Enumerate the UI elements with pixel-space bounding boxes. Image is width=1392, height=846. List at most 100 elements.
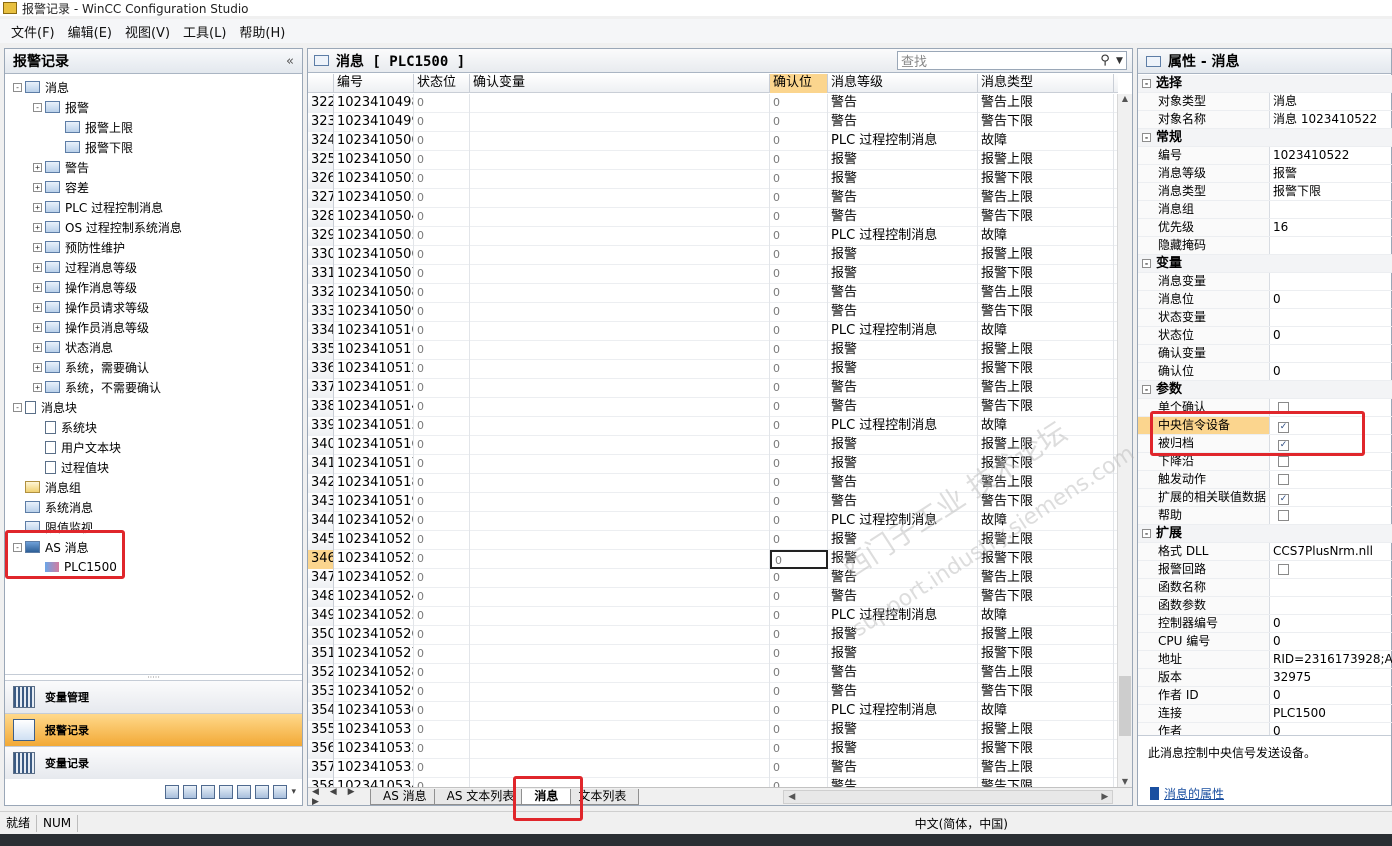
cell-message-type[interactable]: 报警下限 bbox=[978, 360, 1114, 379]
cell-id[interactable]: 1023410516 bbox=[334, 436, 414, 455]
expand-node-icon[interactable]: + bbox=[33, 242, 42, 252]
checkbox[interactable] bbox=[1278, 510, 1289, 521]
chart-icon[interactable] bbox=[201, 785, 216, 799]
table-row[interactable]: 351 1023410527 0 0 报警 报警下限 bbox=[308, 645, 1118, 664]
table-row[interactable]: 355 1023410531 0 0 报警 报警上限 bbox=[308, 721, 1118, 740]
cell-status-bit[interactable]: 0 bbox=[414, 227, 470, 246]
cell-status-bit[interactable]: 0 bbox=[414, 151, 470, 170]
table-row[interactable]: 343 1023410519 0 0 警告 警告下限 bbox=[308, 493, 1118, 512]
row-number[interactable]: 353 bbox=[308, 683, 334, 702]
cell-ack-tag[interactable] bbox=[470, 113, 770, 132]
row-number[interactable]: 339 bbox=[308, 417, 334, 436]
cell-id[interactable]: 1023410517 bbox=[334, 455, 414, 474]
property-value[interactable]: 消息 bbox=[1270, 93, 1392, 110]
property-value[interactable]: 32975 bbox=[1270, 669, 1392, 686]
cell-message-type[interactable]: 警告上限 bbox=[978, 379, 1114, 398]
cell-id[interactable]: 1023410502 bbox=[334, 170, 414, 189]
row-number[interactable]: 330 bbox=[308, 246, 334, 265]
cell-id[interactable]: 1023410526 bbox=[334, 626, 414, 645]
cell-ack-tag[interactable] bbox=[470, 341, 770, 360]
cell-id[interactable]: 1023410530 bbox=[334, 702, 414, 721]
cell-status-bit[interactable]: 0 bbox=[414, 208, 470, 227]
cell-status-bit[interactable]: 0 bbox=[414, 341, 470, 360]
row-number[interactable]: 338 bbox=[308, 398, 334, 417]
cell-status-bit[interactable]: 0 bbox=[414, 132, 470, 151]
cell-message-type[interactable]: 警告上限 bbox=[978, 759, 1114, 778]
row-number[interactable]: 354 bbox=[308, 702, 334, 721]
table-row[interactable]: 349 1023410525 0 0 PLC 过程控制消息 故障 bbox=[308, 607, 1118, 626]
cell-status-bit[interactable]: 0 bbox=[414, 303, 470, 322]
property-value[interactable]: 报警下限 bbox=[1270, 183, 1392, 200]
property-value[interactable] bbox=[1270, 579, 1392, 596]
property-row[interactable]: 函数参数 bbox=[1138, 597, 1392, 615]
tree-item[interactable]: - 报警 bbox=[33, 97, 89, 117]
menu-item[interactable]: 文件(F) bbox=[11, 22, 55, 41]
property-row[interactable]: 扩展的相关联值数据 ✓ bbox=[1138, 489, 1392, 507]
menu-item[interactable]: 视图(V) bbox=[125, 22, 170, 41]
cell-status-bit[interactable]: 0 bbox=[414, 550, 470, 569]
expand-node-icon[interactable]: + bbox=[33, 282, 42, 292]
expand-node-icon[interactable]: + bbox=[33, 222, 42, 232]
cell-id[interactable]: 1023410504 bbox=[334, 208, 414, 227]
cell-message-type[interactable]: 报警上限 bbox=[978, 721, 1114, 740]
cell-status-bit[interactable]: 0 bbox=[414, 170, 470, 189]
table-row[interactable]: 334 1023410510 0 0 PLC 过程控制消息 故障 bbox=[308, 322, 1118, 341]
cell-status-bit[interactable]: 0 bbox=[414, 265, 470, 284]
cell-status-bit[interactable]: 0 bbox=[414, 379, 470, 398]
cell-message-class[interactable]: 警告 bbox=[828, 664, 978, 683]
cell-ack-tag[interactable] bbox=[470, 474, 770, 493]
property-value[interactable]: 报警 bbox=[1270, 165, 1392, 182]
scroll-up-icon[interactable]: ▲ bbox=[1118, 94, 1132, 106]
property-row[interactable]: 被归档 ✓ bbox=[1138, 435, 1392, 453]
cell-ack-tag[interactable] bbox=[470, 512, 770, 531]
tab-1[interactable]: AS 文本列表 bbox=[433, 788, 528, 805]
cell-message-type[interactable]: 报警上限 bbox=[978, 531, 1114, 550]
cell-ack-bit[interactable]: 0 bbox=[770, 113, 828, 132]
cell-ack-bit[interactable]: 0 bbox=[770, 189, 828, 208]
cell-message-class[interactable]: PLC 过程控制消息 bbox=[828, 132, 978, 151]
cell-ack-bit[interactable]: 0 bbox=[770, 474, 828, 493]
table-row[interactable]: 326 1023410502 0 0 报警 报警下限 bbox=[308, 170, 1118, 189]
cell-message-type[interactable]: 报警下限 bbox=[978, 550, 1114, 569]
cell-message-class[interactable]: 报警 bbox=[828, 151, 978, 170]
cell-ack-bit[interactable]: 0 bbox=[770, 417, 828, 436]
tree-item[interactable]: + 容差 bbox=[33, 177, 89, 197]
row-number[interactable]: 348 bbox=[308, 588, 334, 607]
row-number[interactable]: 333 bbox=[308, 303, 334, 322]
property-value[interactable] bbox=[1270, 507, 1392, 524]
cell-message-class[interactable]: 报警 bbox=[828, 531, 978, 550]
cell-id[interactable]: 1023410498 bbox=[334, 94, 414, 113]
property-row[interactable]: 作者 ID 0 bbox=[1138, 687, 1392, 705]
cell-message-type[interactable]: 报警上限 bbox=[978, 151, 1114, 170]
tab-2[interactable]: 消息 bbox=[521, 788, 572, 805]
table-row[interactable]: 345 1023410521 0 0 报警 报警上限 bbox=[308, 531, 1118, 550]
cell-message-type[interactable]: 报警上限 bbox=[978, 626, 1114, 645]
column-header[interactable]: 消息类型 bbox=[978, 74, 1114, 93]
expand-node-icon[interactable]: + bbox=[33, 162, 42, 172]
property-value[interactable]: 0 bbox=[1270, 363, 1392, 380]
row-number[interactable]: 344 bbox=[308, 512, 334, 531]
image-icon[interactable] bbox=[255, 785, 270, 799]
cell-message-type[interactable]: 报警下限 bbox=[978, 645, 1114, 664]
table-row[interactable]: 325 1023410501 0 0 报警 报警上限 bbox=[308, 151, 1118, 170]
report-icon[interactable] bbox=[273, 785, 288, 799]
cell-status-bit[interactable]: 0 bbox=[414, 474, 470, 493]
cell-id[interactable]: 1023410515 bbox=[334, 417, 414, 436]
cell-ack-bit[interactable]: 0 bbox=[770, 550, 828, 569]
cell-status-bit[interactable]: 0 bbox=[414, 740, 470, 759]
cell-ack-tag[interactable] bbox=[470, 683, 770, 702]
property-row[interactable]: 消息类型 报警下限 bbox=[1138, 183, 1392, 201]
nav-button[interactable]: 报警记录 bbox=[5, 713, 302, 746]
cell-status-bit[interactable]: 0 bbox=[414, 284, 470, 303]
row-number[interactable]: 345 bbox=[308, 531, 334, 550]
tree-item[interactable]: + PLC 过程控制消息 bbox=[33, 197, 163, 217]
property-value[interactable] bbox=[1270, 399, 1392, 416]
property-value[interactable] bbox=[1270, 471, 1392, 488]
property-row[interactable]: 编号 1023410522 bbox=[1138, 147, 1392, 165]
cell-message-type[interactable]: 报警下限 bbox=[978, 740, 1114, 759]
cell-message-class[interactable]: 警告 bbox=[828, 303, 978, 322]
row-number[interactable]: 336 bbox=[308, 360, 334, 379]
cell-ack-bit[interactable]: 0 bbox=[770, 683, 828, 702]
column-header[interactable]: 消息等级 bbox=[828, 74, 978, 93]
cell-ack-tag[interactable] bbox=[470, 588, 770, 607]
